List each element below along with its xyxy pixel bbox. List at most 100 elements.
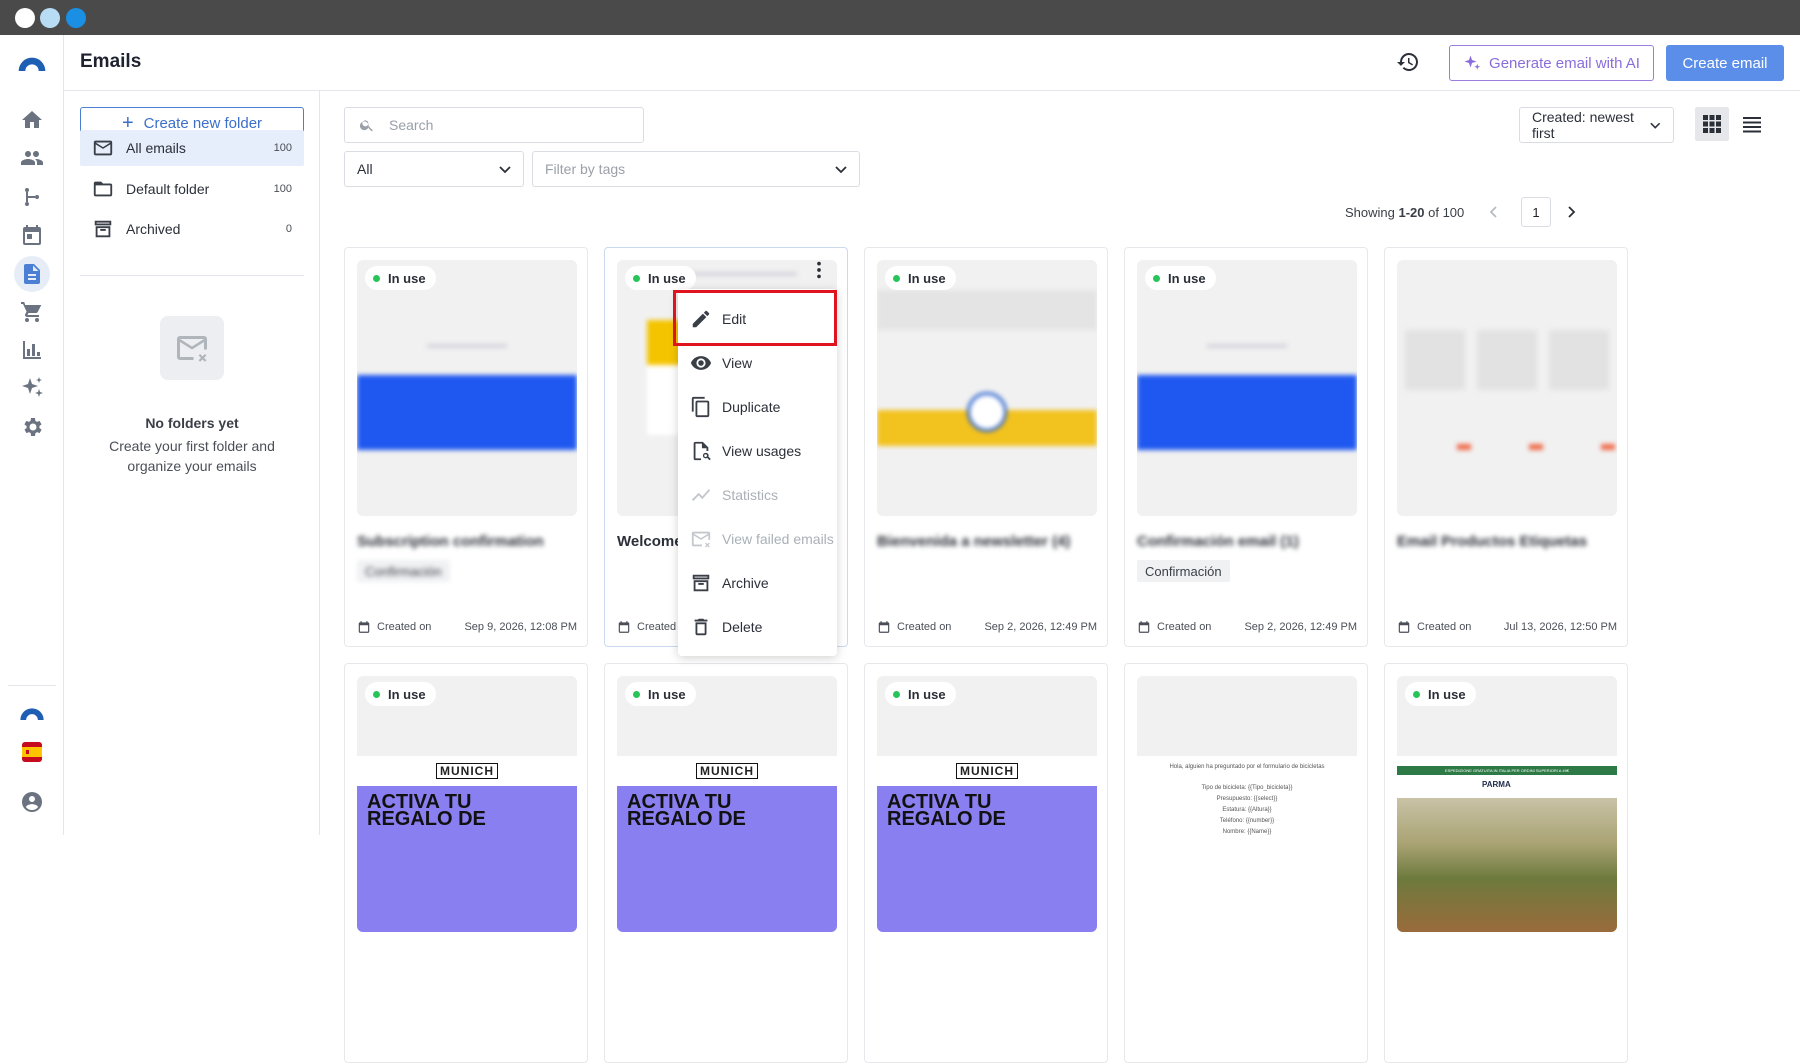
status-dot [1153, 274, 1160, 282]
prev-page-icon[interactable] [1488, 206, 1500, 218]
menu-item-view[interactable]: View [678, 341, 837, 385]
menu-item-label: Edit [722, 311, 747, 327]
pagination-summary: Showing 1-20 of 100 [1345, 205, 1464, 220]
status-badge: In use [625, 682, 696, 706]
analytics-icon[interactable] [14, 332, 50, 368]
list-view-button[interactable] [1735, 107, 1769, 141]
email-card[interactable]: In use MUNICH ACTIVA TU REGALO DE [864, 663, 1108, 1063]
status-badge: In use [625, 266, 696, 290]
menu-item-archive[interactable]: Archive [678, 561, 837, 605]
email-card[interactable]: In use Bienvenida a newsletter (4) Creat… [864, 247, 1108, 647]
calendar-icon [358, 621, 370, 633]
automation-flow-icon[interactable] [14, 179, 50, 215]
email-title[interactable]: Bienvenida a newsletter (4) [877, 533, 1070, 550]
settings-gear-icon[interactable] [14, 409, 50, 445]
window-minimize-dot[interactable] [40, 8, 60, 28]
tags-filter-select[interactable]: Filter by tags [532, 151, 860, 187]
language-spain-flag-icon[interactable] [14, 734, 50, 770]
folder-sidebar: + Create new folder All emails 100 Defau… [64, 91, 320, 835]
window-close-dot[interactable] [15, 8, 35, 28]
email-card[interactable]: In use ESPEDIZIONE GRATUITA IN ITALIA PE… [1384, 663, 1628, 1063]
email-card[interactable]: In use MUNICH ACTIVA TU REGALO DE [604, 663, 848, 1063]
status-dot [893, 690, 900, 698]
munich-preview: MUNICH ACTIVA TU REGALO DE [357, 756, 577, 932]
folder-count: 0 [285, 223, 292, 235]
email-card[interactable]: In use Confirmación email (1) Confirmaci… [1124, 247, 1368, 647]
list-icon [1743, 117, 1761, 133]
email-thumbnail: In use MUNICH ACTIVA TU REGALO DE [357, 676, 577, 932]
folder-divider [80, 275, 304, 276]
search-input[interactable]: Search [344, 107, 644, 143]
status-badge: In use [365, 682, 436, 706]
more-vertical-icon[interactable] [808, 259, 830, 281]
email-card[interactable]: In use Subscription confirmation Confirm… [344, 247, 588, 647]
email-card[interactable]: In use MUNICH ACTIVA TU REGALO DE [344, 663, 588, 1063]
generate-email-ai-button[interactable]: Generate email with AI [1449, 45, 1654, 81]
app-nav-rail [0, 35, 64, 835]
status-badge: In use [885, 266, 956, 290]
grid-icon [1703, 115, 1721, 133]
menu-item-view-usages[interactable]: View usages [678, 429, 837, 473]
menu-item-duplicate[interactable]: Duplicate [678, 385, 837, 429]
email-tag: Confirmación [1137, 560, 1230, 582]
chart-line-icon [691, 489, 711, 501]
munich-preview: MUNICH ACTIVA TU REGALO DE [877, 756, 1097, 932]
email-title[interactable]: Subscription confirmation [357, 533, 544, 550]
menu-item-edit[interactable]: Edit [678, 297, 837, 341]
search-placeholder: Search [389, 117, 434, 133]
created-row: Created on Jul 13, 2026, 12:50 PM [1397, 620, 1617, 634]
preview-line: Nombre: {{Name}} [1222, 829, 1272, 835]
folder-item-all-emails[interactable]: All emails 100 [80, 130, 304, 166]
grid-view-button[interactable] [1695, 107, 1729, 141]
preview-line: Teléfono: {{number}} [1219, 818, 1275, 824]
create-email-button[interactable]: Create email [1666, 45, 1784, 81]
eye-icon [690, 356, 712, 370]
email-card[interactable]: Hola, alguien ha preguntado por el formu… [1124, 663, 1368, 1063]
status-label: In use [1428, 686, 1466, 702]
created-row: Created on Sep 2, 2026, 12:49 PM [1137, 620, 1357, 634]
contacts-icon[interactable] [14, 140, 50, 176]
status-badge: In use [885, 682, 956, 706]
folder-item-archived[interactable]: Archived 0 [80, 211, 304, 247]
menu-item-label: View [722, 355, 753, 371]
email-thumbnail [1397, 260, 1617, 516]
promo-headline: ACTIVA TU REGALO DE [367, 791, 486, 830]
calendar-icon[interactable] [14, 217, 50, 253]
status-badge: In use [1405, 682, 1476, 706]
home-icon[interactable] [14, 102, 50, 138]
page-number[interactable]: 1 [1521, 197, 1551, 227]
status-dot [633, 274, 640, 282]
window-maximize-dot[interactable] [66, 8, 86, 28]
created-date: Sep 2, 2026, 12:49 PM [984, 621, 1097, 633]
folder-item-default[interactable]: Default folder 100 [80, 171, 304, 207]
cart-icon[interactable] [14, 294, 50, 330]
brand-logo-icon[interactable] [14, 695, 50, 731]
next-page-icon[interactable] [1565, 206, 1577, 218]
calendar-icon [1398, 621, 1410, 633]
status-dot [1413, 690, 1420, 698]
brand-logo-text: MUNICH [436, 763, 498, 779]
menu-item-delete[interactable]: Delete [678, 605, 837, 649]
email-title[interactable]: Confirmación email (1) [1137, 533, 1299, 550]
preview-line: Estatura: {{Altura}} [1222, 807, 1272, 813]
ai-sparkle-icon[interactable] [14, 370, 50, 406]
email-title[interactable]: Welcome [617, 533, 683, 550]
history-button[interactable] [1391, 45, 1425, 79]
status-dot [893, 274, 900, 282]
promo-headline: ACTIVA TU REGALO DE [627, 791, 746, 830]
created-row: Created on Sep 9, 2026, 12:08 PM [357, 620, 577, 634]
user-account-icon[interactable] [14, 784, 50, 820]
app-logo-icon[interactable] [14, 45, 50, 81]
status-label: In use [648, 270, 686, 286]
menu-item-label: Archive [722, 575, 769, 591]
email-title[interactable]: Email Productos Etiquetas [1397, 533, 1587, 550]
history-icon [1397, 53, 1418, 71]
emails-document-icon[interactable] [14, 256, 50, 292]
sort-select[interactable]: Created: newest first [1519, 107, 1674, 143]
folder-label: All emails [126, 140, 186, 156]
email-card[interactable]: Email Productos Etiquetas Created on Jul… [1384, 247, 1628, 647]
type-filter-value: All [357, 161, 373, 177]
created-label: Created on [1417, 621, 1472, 633]
type-filter-select[interactable]: All [344, 151, 524, 187]
folder-count: 100 [273, 142, 292, 154]
